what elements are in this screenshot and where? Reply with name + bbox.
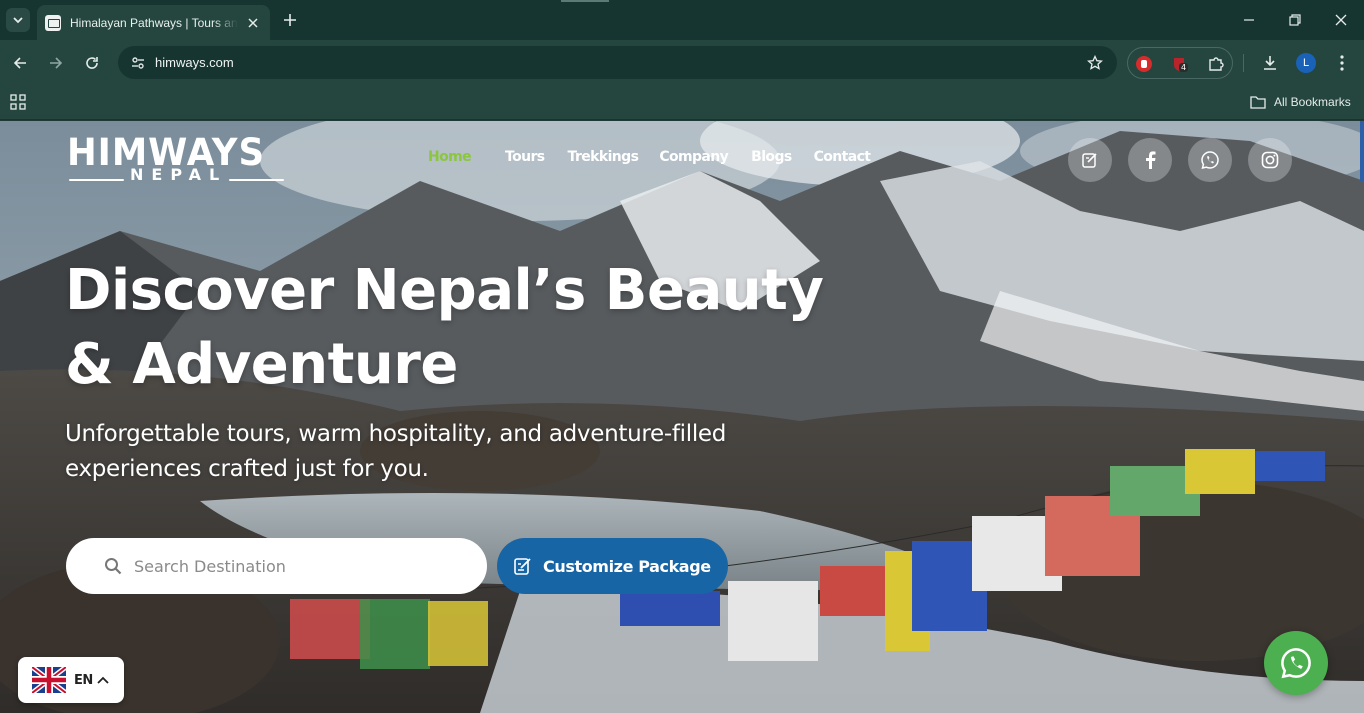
stop-hand-icon — [1136, 56, 1152, 72]
whatsapp-chat-button[interactable] — [1264, 631, 1328, 695]
restore-button[interactable] — [1285, 10, 1305, 30]
forward-button[interactable] — [45, 52, 67, 74]
inquiry-button[interactable] — [1068, 138, 1112, 182]
new-tab-button[interactable] — [280, 10, 300, 30]
reload-button[interactable] — [81, 52, 103, 74]
site-favicon-icon — [45, 14, 61, 31]
minimize-button[interactable] — [1239, 10, 1259, 30]
tune-icon — [132, 57, 144, 69]
close-window-button[interactable] — [1331, 10, 1351, 30]
logo-underline-right — [229, 179, 284, 181]
all-bookmarks-button[interactable]: All Bookmarks — [1250, 93, 1351, 111]
apps-button[interactable] — [9, 93, 27, 111]
whatsapp-icon — [1201, 151, 1219, 169]
tab-search-button[interactable] — [6, 8, 30, 32]
nav-home[interactable]: Home — [428, 149, 472, 165]
profile-avatar[interactable]: L — [1296, 53, 1316, 73]
downloads-button[interactable] — [1259, 52, 1281, 74]
hero-section: HIMWAYS NEPAL Home Tours Trekkings Compa… — [0, 121, 1364, 713]
star-icon — [1087, 55, 1103, 70]
browser-menu-button[interactable] — [1331, 52, 1353, 74]
extension-badge-count: 4 — [1179, 63, 1189, 72]
extension-adblock-button[interactable] — [1134, 54, 1154, 74]
arrow-left-icon — [13, 57, 26, 69]
reload-icon — [86, 57, 98, 69]
instagram-button[interactable] — [1248, 138, 1292, 182]
nav-trekkings[interactable]: Trekkings — [568, 149, 639, 165]
grid-icon — [10, 94, 26, 110]
restore-icon — [1289, 14, 1301, 26]
bookmark-star-button[interactable] — [1085, 53, 1105, 73]
hero-title: Discover Nepal’s Beauty & Adventure — [65, 254, 865, 402]
hero-subtitle-line-2: experiences crafted just for you. — [65, 456, 429, 482]
extensions-group: 4 — [1127, 47, 1233, 79]
tab-title: Himalayan Pathways | Tours and Treks in … — [70, 15, 238, 30]
extension-badge-button[interactable]: 4 — [1170, 54, 1190, 74]
nav-blogs[interactable]: Blogs — [751, 149, 792, 165]
hero-subtitle: Unforgettable tours, warm hospitality, a… — [65, 417, 865, 487]
browser-tab[interactable]: Himalayan Pathways | Tours and Treks in … — [37, 5, 270, 40]
kebab-menu-icon — [1340, 55, 1344, 71]
nav-tours[interactable]: Tours — [505, 149, 545, 165]
language-switcher[interactable]: EN — [18, 657, 124, 703]
hero-title-line-1: Discover Nepal’s Beauty — [65, 258, 824, 323]
logo-subtitle: NEPAL — [130, 165, 228, 184]
language-code: EN — [74, 672, 93, 688]
chevron-down-icon — [13, 17, 23, 24]
bookmarks-bar: All Bookmarks — [0, 85, 1364, 120]
destination-search[interactable] — [66, 538, 487, 594]
edit-note-icon — [514, 558, 531, 575]
close-icon — [1335, 14, 1347, 26]
whatsapp-icon — [1281, 648, 1311, 679]
customize-package-label: Customize Package — [543, 556, 711, 576]
whatsapp-button[interactable] — [1188, 138, 1232, 182]
tab-strip: Himalayan Pathways | Tours and Treks in … — [0, 0, 1364, 40]
folder-icon — [1250, 96, 1266, 109]
plus-icon — [284, 14, 296, 26]
arrow-right-icon — [50, 57, 63, 69]
site-info-button[interactable] — [126, 51, 150, 75]
close-tab-button[interactable] — [244, 14, 262, 32]
toolbar-separator — [1243, 54, 1244, 72]
download-icon — [1264, 56, 1276, 70]
main-nav: Home Tours Trekkings Company Blogs Conta… — [428, 149, 871, 165]
uk-flag-icon — [32, 667, 66, 693]
puzzle-icon — [1209, 57, 1224, 71]
logo-underline-left — [69, 179, 124, 181]
hero-title-line-2: & Adventure — [65, 332, 458, 397]
tab-drag-indicator — [561, 0, 609, 2]
chevron-up-icon — [97, 676, 109, 684]
facebook-button[interactable] — [1128, 138, 1172, 182]
search-icon — [104, 556, 124, 576]
extensions-menu-button[interactable] — [1206, 54, 1226, 74]
nav-contact[interactable]: Contact — [814, 149, 871, 165]
search-input[interactable] — [134, 556, 454, 576]
all-bookmarks-label: All Bookmarks — [1274, 95, 1351, 109]
edit-icon — [1082, 153, 1097, 168]
site-logo[interactable]: HIMWAYS NEPAL — [67, 134, 287, 185]
page-scrollbar[interactable] — [1360, 121, 1364, 181]
address-bar[interactable]: himways.com — [118, 46, 1117, 79]
nav-company[interactable]: Company — [659, 149, 728, 165]
customize-package-button[interactable]: Customize Package — [497, 538, 728, 594]
close-icon — [248, 17, 258, 28]
url-text[interactable]: himways.com — [155, 55, 234, 70]
facebook-icon — [1146, 151, 1156, 169]
minimize-icon — [1244, 19, 1254, 21]
back-button[interactable] — [9, 52, 31, 74]
instagram-icon — [1261, 151, 1279, 169]
hero-subtitle-line-1: Unforgettable tours, warm hospitality, a… — [65, 421, 727, 447]
